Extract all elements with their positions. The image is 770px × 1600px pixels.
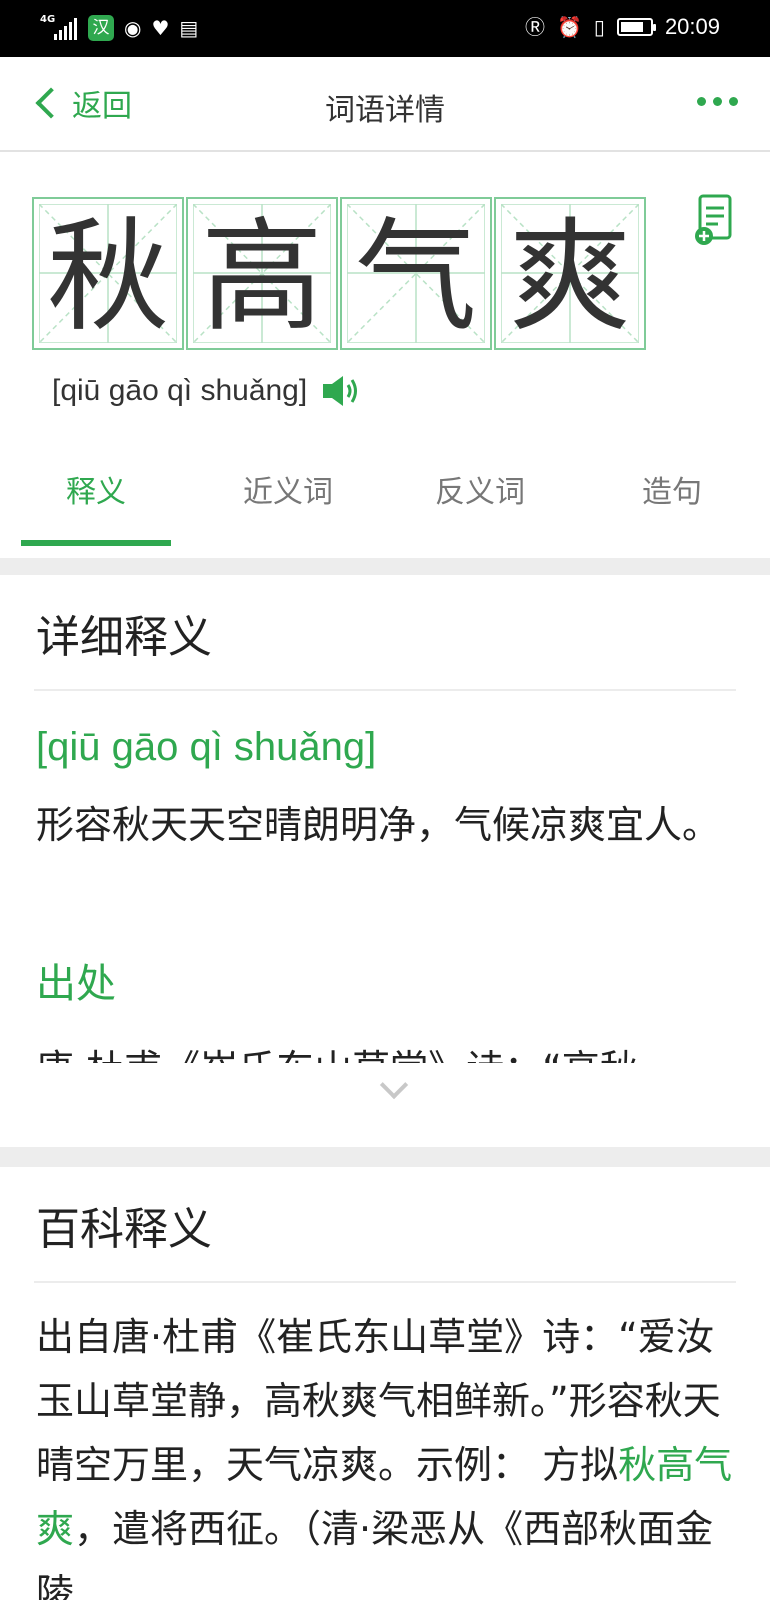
character-cell: 爽 (494, 197, 646, 350)
tab-antonyms[interactable]: 反义词 (384, 452, 576, 558)
encyclopedia-card: 百科释义 出自唐·杜甫《崔氏东山草堂》诗：“爱汝玉山草堂静，高秋爽气相鲜新。”形… (0, 1167, 770, 1600)
detail-definition-card: 详细释义 [qiū gāo qì shuǎng] 形容秋天天空晴朗明净，气候凉爽… (0, 575, 770, 1147)
active-tab-indicator (21, 540, 171, 546)
tab-bar: 释义 近义词 反义词 造句 (0, 452, 770, 558)
word-panel: 秋 高 气 爽 [qiū gāo qì shuǎng] 释义 近义词 反义词 造… (0, 152, 770, 558)
signal-icon: 4G (40, 14, 78, 42)
add-to-notebook-button[interactable] (694, 194, 734, 250)
health-icon: ♥ (151, 16, 170, 40)
expand-button[interactable] (376, 1070, 416, 1105)
character-cell: 气 (340, 197, 492, 350)
chevron-left-icon (35, 87, 67, 119)
add-note-icon (695, 194, 732, 245)
clock: 20:09 (664, 14, 720, 39)
character: 气 (355, 206, 477, 348)
app-badge-icon: 汉 (88, 15, 114, 41)
word-pinyin: [qiū gāo qì shuǎng] (52, 374, 308, 407)
definition-text: 形容秋天天空晴朗明净，气候凉爽宜人。 (36, 803, 721, 847)
encyclopedia-text: 出自唐·杜甫《崔氏东山草堂》诗：“爱汝玉山草堂静，高秋爽气相鲜新。”形容秋天晴空… (36, 1315, 733, 1600)
character-grid: 秋 高 气 爽 (32, 197, 646, 350)
vibrate-icon: ▯ (593, 15, 605, 39)
definition-pinyin: [qiū gāo qì shuǎng] (36, 725, 377, 769)
divider (34, 1281, 736, 1283)
nfc-icon: Ⓡ (525, 15, 546, 39)
tab-synonyms[interactable]: 近义词 (192, 452, 384, 558)
character-cell: 秋 (32, 197, 184, 350)
wechat-icon: ◉ (124, 16, 142, 40)
character-cell: 高 (186, 197, 338, 350)
more-options-icon[interactable] (697, 97, 738, 106)
character: 高 (201, 206, 323, 348)
section-title: 百科释义 (36, 1204, 212, 1255)
status-bar: 4G 汉 ◉ ♥ ▤ Ⓡ ⏰ ▯ 20:09 (0, 0, 770, 57)
chevron-down-icon (379, 1070, 409, 1100)
divider (34, 689, 736, 691)
back-label: 返回 (72, 89, 132, 124)
alarm-icon: ⏰ (557, 15, 582, 39)
source-text: 唐·杜甫《崔氏东山草堂》诗：“高秋 (36, 1037, 736, 1063)
character: 秋 (47, 206, 169, 348)
tab-example-sentences[interactable]: 造句 (576, 452, 768, 558)
nav-header: 返回 词语详情 (0, 57, 770, 152)
news-icon: ▤ (179, 16, 199, 40)
speaker-icon[interactable] (321, 374, 361, 408)
back-button[interactable]: 返回 (30, 81, 132, 125)
source-title: 出处 (36, 961, 116, 1007)
character: 爽 (509, 206, 631, 348)
section-title: 详细释义 (36, 612, 212, 663)
pinyin-row: [qiū gāo qì shuǎng] (52, 374, 361, 408)
battery-icon (616, 18, 656, 36)
